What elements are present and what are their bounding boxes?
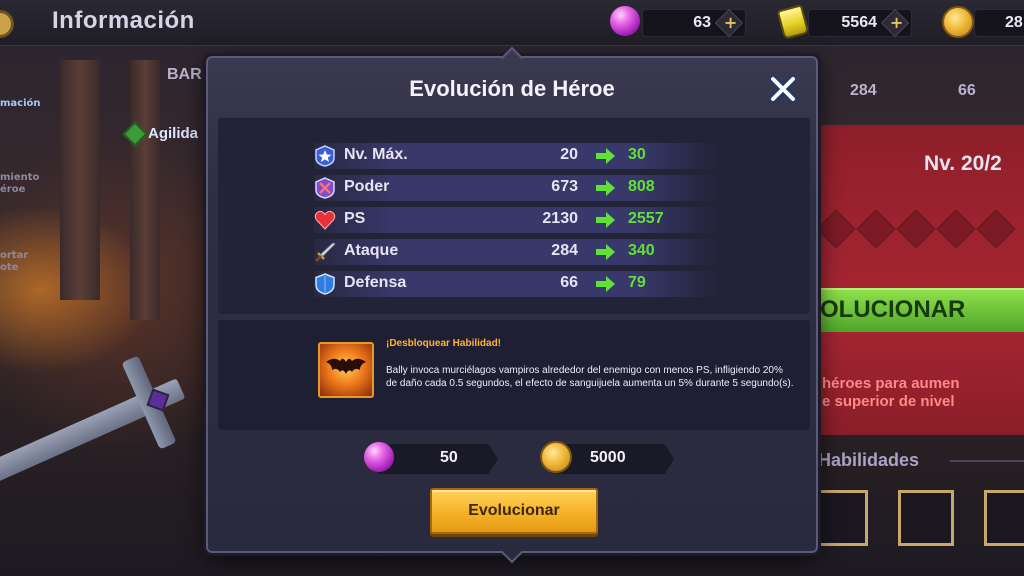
gem-icon <box>610 6 640 36</box>
hero-class-label: Agilida <box>148 125 199 142</box>
stat-old-value: 2130 <box>542 210 578 227</box>
gem-icon <box>364 442 394 472</box>
stat-old-value: 20 <box>560 146 578 163</box>
stat-old-value: 66 <box>560 274 578 291</box>
arrow-right-icon <box>596 180 615 196</box>
stat-new-value: 808 <box>628 178 655 195</box>
star-slot-icon <box>856 209 896 249</box>
star-slot-icon <box>816 209 856 249</box>
stat-old-value: 673 <box>551 178 578 195</box>
star-badge-icon <box>315 145 335 167</box>
coin-icon <box>942 6 974 38</box>
star-slot-icon <box>936 209 976 249</box>
skill-description: Bally invoca murciélagos vampiros alrede… <box>386 365 794 389</box>
gem-cost-value: 50 <box>440 449 458 466</box>
coin-icon <box>540 441 572 473</box>
stat-row-defense: Defensa 66 79 <box>314 271 718 297</box>
evolve-button-label: Evolucionar <box>468 502 560 519</box>
skill-unlock-panel: ¡Desbloquear Habilidad! Bally invoca mur… <box>218 320 810 430</box>
bg-attack-stat: 284 <box>850 82 877 99</box>
stat-label: Nv. Máx. <box>344 146 408 163</box>
skill-slot[interactable] <box>898 490 954 546</box>
coin-count: 28 <box>1005 14 1023 31</box>
elixir-counter: 5564 <box>808 8 912 38</box>
power-shield-icon <box>315 177 335 199</box>
bg-evolve-button[interactable]: OLUCIONAR <box>812 288 1024 332</box>
add-gems-icon[interactable] <box>714 8 744 38</box>
stat-label: Defensa <box>344 274 407 291</box>
background-pillar <box>130 60 160 320</box>
skills-section-label: Habilidades <box>818 450 920 470</box>
stats-panel: Nv. Máx. 20 30 Poder 673 808 PS 2130 255… <box>218 118 810 314</box>
elixir-icon <box>776 4 810 40</box>
gem-counter: 63 <box>642 8 746 38</box>
side-tab-training[interactable]: miento <box>0 172 39 183</box>
back-icon[interactable] <box>0 10 14 38</box>
stat-new-value: 340 <box>628 242 655 259</box>
coin-cost: 5000 <box>558 444 674 474</box>
heart-icon <box>314 210 336 230</box>
hero-level-label: Nv. 20/2 <box>924 152 1002 175</box>
coin-cost-value: 5000 <box>590 449 626 466</box>
gem-count: 63 <box>693 14 711 31</box>
side-tab-training-sub: éroe <box>0 184 26 195</box>
evolve-hint-line2: e superior de nivel <box>822 393 955 410</box>
bg-evolve-label: OLUCIONAR <box>820 296 966 323</box>
arrow-right-icon <box>596 276 615 292</box>
stat-label: PS <box>344 210 366 227</box>
star-slot-icon <box>896 209 936 249</box>
stat-label: Poder <box>344 178 390 195</box>
hero-name-partial: BAR <box>167 66 202 83</box>
bat-skill-icon[interactable] <box>318 342 374 398</box>
hero-evolution-dialog: Evolución de Héroe Nv. Máx. 20 30 Poder <box>206 46 818 564</box>
star-slots <box>816 209 1016 249</box>
star-slot-icon <box>976 209 1016 249</box>
dialog-title: Evolución de Héroe <box>409 76 615 101</box>
skill-unlock-label: ¡Desbloquear Habilidad! <box>386 338 502 349</box>
page-title: Información <box>52 7 195 34</box>
divider <box>950 460 1024 462</box>
arrow-right-icon <box>596 244 615 260</box>
evolve-button[interactable]: Evolucionar <box>430 488 598 534</box>
side-tab-transfer-sub: ote <box>0 262 19 273</box>
arrow-right-icon <box>596 148 615 164</box>
close-icon[interactable] <box>768 74 798 104</box>
evolve-hint-line1: héroes para aumen <box>822 375 960 392</box>
skill-slot[interactable] <box>984 490 1024 546</box>
side-tab-transfer[interactable]: ortar <box>0 250 28 261</box>
shield-icon <box>315 273 335 295</box>
stat-new-value: 30 <box>628 146 646 163</box>
coin-counter: 28 <box>974 9 1024 37</box>
add-elixir-icon[interactable] <box>880 8 910 38</box>
elixir-count: 5564 <box>841 14 877 31</box>
arrow-right-icon <box>596 212 615 228</box>
stat-row-max-level: Nv. Máx. 20 30 <box>314 143 718 169</box>
stat-old-value: 284 <box>551 242 578 259</box>
stat-row-power: Poder 673 808 <box>314 175 718 201</box>
top-bar: Información 63 5564 28 <box>0 0 1024 46</box>
stat-row-attack: Ataque 284 340 <box>314 239 718 265</box>
skill-slot[interactable] <box>812 490 868 546</box>
background-pillar <box>60 60 100 300</box>
bg-defense-stat: 66 <box>958 82 976 99</box>
stat-new-value: 79 <box>628 274 646 291</box>
stat-row-hp: PS 2130 2557 <box>314 207 718 233</box>
stat-new-value: 2557 <box>628 210 664 227</box>
sword-icon <box>314 242 336 263</box>
side-tab-info[interactable]: mación <box>0 98 41 109</box>
stat-label: Ataque <box>344 242 399 259</box>
gem-cost: 50 <box>378 444 498 474</box>
